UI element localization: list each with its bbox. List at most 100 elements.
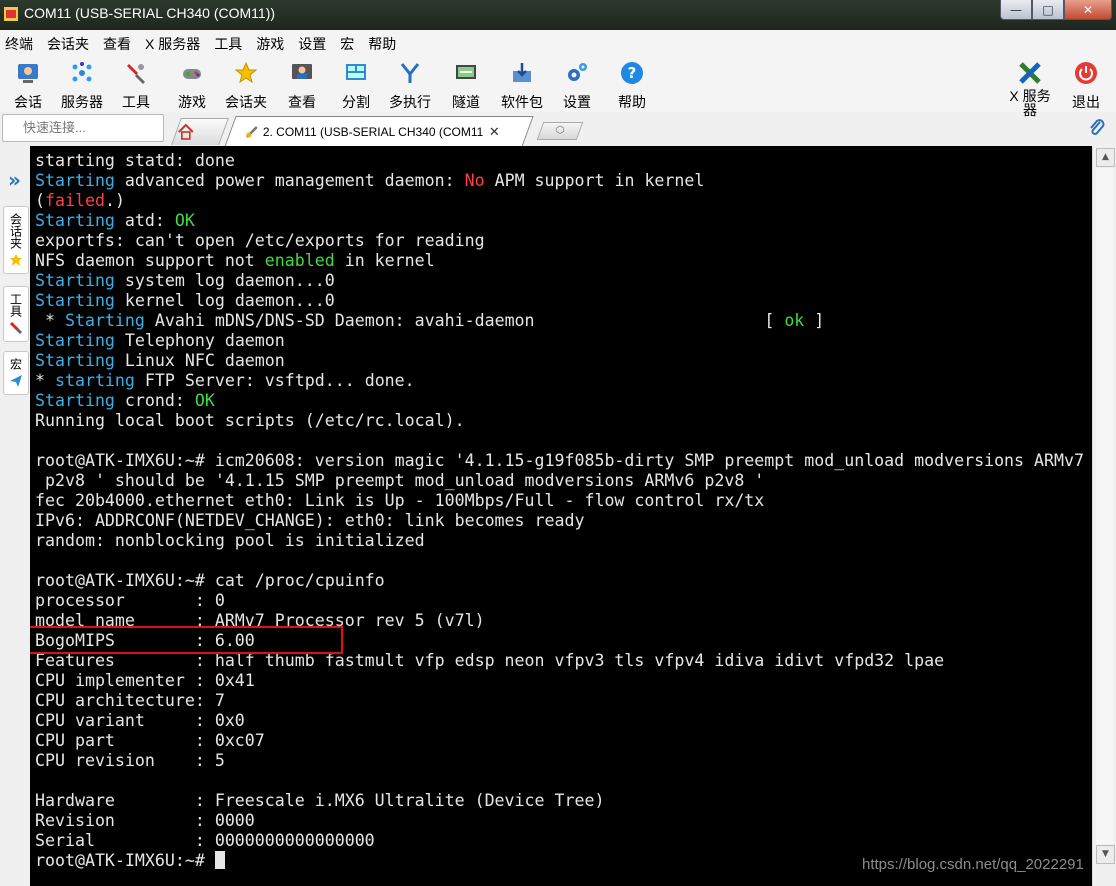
terminal-text: CPU architecture: 7 [35,691,225,710]
terminal-line: Serial : 0000000000000000 [35,831,1084,851]
maximize-button[interactable]: □ [1032,0,1064,20]
terminal-text: ok [784,311,805,330]
terminal-line: CPU revision : 5 [35,751,1084,771]
toolbar-xserver-button[interactable]: X 服务 器 [1004,59,1056,117]
terminal-line: CPU part : 0xc07 [35,731,1084,751]
terminal-text: APM support in kernel [484,171,705,190]
xserver-icon [1019,62,1041,84]
terminal-text: CPU implementer : 0x41 [35,671,255,690]
toolbar-tunnel-button[interactable]: 隧道 [440,59,492,112]
toolbar-multiexec-button[interactable]: 多执行 [384,59,436,112]
expand-sidebar-icon[interactable]: » [8,168,21,192]
terminal-line: Revision : 0000 [35,811,1084,831]
terminal-text: crond: [114,391,195,410]
terminal-text: CPU variant : 0x0 [35,711,245,730]
menu-macros[interactable]: 宏 [333,34,361,54]
new-tab-button[interactable]: ⬡ [536,122,584,140]
scroll-up-button[interactable]: ▲ [1096,148,1115,167]
terminal-line: p2v8 ' should be '4.1.15 SMP preempt mod… [35,471,1084,491]
terminal-text: atd: [114,211,175,230]
sidebar-tab-sessions[interactable]: 会话夹 [3,206,29,274]
terminal-output[interactable]: starting statd: done Starting advanced po… [30,146,1092,886]
terminal-line: root@ATK-IMX6U:~# cat /proc/cpuinfo [35,571,1084,591]
terminal-text: in kernel [334,251,435,270]
watermark: https://blog.csdn.net/qq_2022291 [862,856,1084,873]
terminal-text: exportfs: can't open /etc/exports for re… [35,231,485,250]
terminal-line: Starting Telephony daemon [35,331,1084,351]
terminal-text: ] [804,311,825,330]
star-icon [234,61,258,84]
toolbar-help-button[interactable]: ? 帮助 [606,59,658,112]
terminal-line: processor : 0 [35,591,1084,611]
terminal-line: starting statd: done [35,151,1084,171]
terminal-text: enabled [264,251,335,270]
sidebar-tab-macros[interactable]: 宏 [3,351,29,395]
toolbar-settings-button[interactable]: 设置 [551,59,603,112]
scroll-down-button[interactable]: ▼ [1096,845,1115,864]
terminal-text: Starting [64,311,145,330]
toolbar-bookmarks-button[interactable]: 会话夹 [220,59,272,112]
toolbar-servers-button[interactable]: 服务器 [56,59,108,112]
terminal-line: Running local boot scripts (/etc/rc.loca… [35,411,1084,431]
window-title: COM11 (USB-SERIAL CH340 (COM11)) [24,5,276,21]
toolbar-session-button[interactable]: 会话 [2,59,54,112]
terminal-line: fec 20b4000.ethernet eth0: Link is Up - … [35,491,1084,511]
terminal-text: starting [54,371,135,390]
terminal-line: random: nonblocking pool is initialized [35,531,1084,551]
menu-view[interactable]: 查看 [96,34,138,54]
terminal-line: * starting FTP Server: vsftpd... done. [35,371,1084,391]
toolbar-split-button[interactable]: 分割 [330,59,382,112]
terminal-line: (failed.) [35,191,1084,211]
toolbar-tools-button[interactable]: 工具 [110,59,162,112]
terminal-scrollbar[interactable]: ▲ ▼ [1092,146,1116,886]
multiexec-icon [400,63,420,83]
tab-strip: 2. COM11 (USB-SERIAL CH340 (COM11)) ✕ ⬡ [168,114,1116,147]
toolbar-packages-button[interactable]: 软件包 [496,59,548,112]
toolbar-view-button[interactable]: 查看 [276,59,328,112]
terminal-text: Starting [35,351,115,370]
menu-xserver[interactable]: X 服务器 [138,34,207,54]
terminal-line: CPU architecture: 7 [35,691,1084,711]
menu-settings[interactable]: 设置 [291,34,333,54]
power-icon [1075,62,1097,84]
terminal-text: IPv6: ADDRCONF(NETDEV_CHANGE): eth0: lin… [35,511,585,530]
split-icon [346,64,366,80]
tab-home[interactable] [171,118,229,145]
tools-icon [127,64,145,84]
toolbar-games-button[interactable]: 游戏 [166,59,218,112]
toolbar-exit-button[interactable]: 退出 [1060,59,1112,112]
terminal-text: root@ATK-IMX6U:~# icm20608: version magi… [35,451,1084,470]
view-icon [292,64,312,79]
paperclip-icon[interactable] [1088,118,1106,138]
menu-tools[interactable]: 工具 [207,34,249,54]
svg-text:?: ? [628,64,637,82]
terminal-text: Starting [35,291,115,310]
terminal-text: kernel log daemon...0 [114,291,335,310]
terminal-text: CPU part : 0xc07 [35,731,265,750]
scroll-track[interactable] [1096,168,1113,844]
menu-games[interactable]: 游戏 [249,34,291,54]
terminal-line: CPU implementer : 0x41 [35,671,1084,691]
servers-icon [72,62,92,82]
tunnel-icon [456,65,476,79]
terminal-text: Starting [35,211,115,230]
terminal-line: Starting crond: OK [35,391,1084,411]
menu-terminal[interactable]: 终端 [0,34,40,54]
menu-sessions[interactable]: 会话夹 [40,34,96,54]
sidebar-tab-tools[interactable]: 工具 [3,286,29,342]
terminal-lines: starting statd: done Starting advanced po… [35,151,1084,871]
minimize-button[interactable]: — [1000,0,1032,20]
side-dock: » 会话夹 工具 宏 [0,146,30,886]
close-button[interactable]: ✕ [1064,0,1112,20]
quick-connect-input[interactable] [3,115,163,139]
home-icon [178,123,194,140]
terminal-text: NFS daemon support not [35,251,265,270]
menu-help[interactable]: 帮助 [361,34,403,54]
terminal-text: Starting [35,171,115,190]
terminal-line: Starting kernel log daemon...0 [35,291,1084,311]
terminal-text: Running local boot scripts (/etc/rc.loca… [35,411,465,430]
terminal-text: FTP Server: vsftpd... done. [134,371,415,390]
tab-com11[interactable]: 2. COM11 (USB-SERIAL CH340 (COM11)) ✕ [224,116,534,147]
tab-close-icon[interactable]: ✕ [489,125,500,140]
